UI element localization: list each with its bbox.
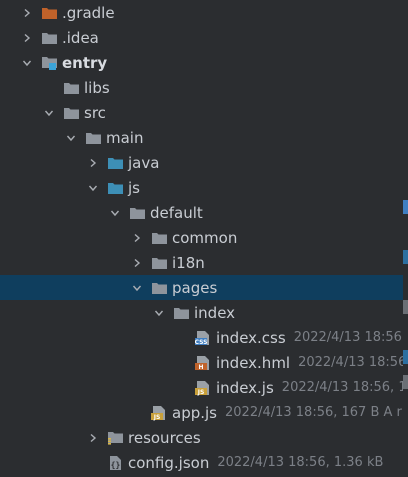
tree-row-resources[interactable]: resources [0, 425, 403, 450]
chevron-down-icon[interactable] [64, 131, 78, 145]
chevron-down-icon[interactable] [42, 106, 56, 120]
folder-icon [150, 280, 168, 296]
tree-row-app-js[interactable]: JS app.js 2022/4/13 18:56, 167 B A r [0, 400, 403, 425]
folder-icon [128, 205, 146, 221]
chevron-right-icon[interactable] [130, 231, 144, 245]
tree-item-label: i18n [172, 253, 205, 272]
editor-gutter-edge [403, 0, 408, 477]
gutter-marker [403, 375, 408, 389]
tree-item-label: .idea [62, 28, 99, 47]
folder-icon [40, 30, 58, 46]
folder-icon [172, 305, 190, 321]
chevron-down-icon[interactable] [152, 306, 166, 320]
tree-row-entry[interactable]: entry [0, 50, 403, 75]
tree-item-label: index.js [216, 378, 274, 397]
tree-item-label: index [194, 303, 236, 322]
chevron-right-icon[interactable] [20, 6, 34, 20]
svg-text:H: H [198, 364, 203, 371]
svg-text:CSS: CSS [195, 339, 207, 346]
tree-item-label: resources [128, 428, 201, 447]
tree-item-label: entry [62, 53, 108, 72]
tree-row-index-hml[interactable]: Hindex.hml 2022/4/13 18:56 [0, 350, 403, 375]
tree-item-label: index.css [216, 328, 286, 347]
tree-row-libs[interactable]: libs [0, 75, 403, 100]
file-meta: 2022/4/13 18:56 [298, 355, 403, 370]
project-tree: .gradle .idea entry libs src main java js defaul… [0, 0, 408, 477]
tree-item-label: default [150, 203, 203, 222]
chevron-right-icon[interactable] [130, 256, 144, 270]
folder-icon [84, 130, 102, 146]
tree-item-label: js [128, 178, 140, 197]
tree-item-label: pages [172, 278, 218, 297]
tree-row-config-json[interactable]: {} config.json 2022/4/13 18:56, 1.36 kB [0, 450, 403, 475]
file-meta: 2022/4/13 18:56 [293, 330, 402, 345]
svg-text:JS: JS [197, 389, 205, 396]
tree-item-label: index.hml [216, 353, 291, 372]
tree-row-index-css[interactable]: CSS index.css 2022/4/13 18:56 [0, 325, 403, 350]
tree-item-label: config.json [128, 453, 210, 472]
tree-row-main[interactable]: main [0, 125, 403, 150]
folder-icon [150, 255, 168, 271]
gutter-marker [403, 250, 408, 264]
folder-orange-icon [40, 5, 58, 21]
tree-row-default[interactable]: default [0, 200, 403, 225]
gutter-marker [403, 350, 408, 364]
chevron-right-icon[interactable] [86, 156, 100, 170]
tree-row-gradle[interactable]: .gradle [0, 0, 403, 25]
tree-item-label: app.js [172, 403, 217, 422]
chevron-down-icon[interactable] [20, 56, 34, 70]
folder-icon [150, 230, 168, 246]
svg-text:JS: JS [153, 414, 161, 421]
gutter-marker [403, 200, 408, 214]
chevron-right-icon[interactable] [20, 31, 34, 45]
tree-item-label: libs [84, 78, 110, 97]
tree-item-label: src [84, 103, 106, 122]
js-file-icon: JS [194, 380, 212, 396]
tree-row-js[interactable]: js [0, 175, 403, 200]
chevron-right-icon[interactable] [86, 431, 100, 445]
chevron-down-icon[interactable] [130, 281, 144, 295]
svg-text:{}: {} [111, 460, 121, 469]
tree-item-label: common [172, 228, 238, 247]
tree-item-label: .gradle [62, 3, 115, 22]
tree-row-java[interactable]: java [0, 150, 403, 175]
folder-icon [62, 105, 80, 121]
tree-row-pages[interactable]: pages [0, 275, 403, 300]
chevron-down-icon[interactable] [108, 206, 122, 220]
tree-row-idea[interactable]: .idea [0, 25, 403, 50]
source-folder-icon [106, 180, 124, 196]
hml-file-icon: H [194, 355, 212, 371]
tree-row-src[interactable]: src [0, 100, 403, 125]
file-meta: 2022/4/13 18:56, 1.36 kB [217, 455, 384, 470]
tree-item-label: java [128, 153, 160, 172]
gutter-marker [403, 300, 408, 314]
json-file-icon: {} [106, 455, 124, 471]
chevron-down-icon[interactable] [86, 181, 100, 195]
file-meta: 2022/4/13 18:56, 167 B A r [225, 405, 402, 420]
file-meta: 2022/4/13 18:56, 1 [281, 380, 403, 395]
tree-row-common[interactable]: common [0, 225, 403, 250]
resources-folder-icon [106, 430, 124, 446]
js-file-icon: JS [150, 405, 168, 421]
tree-row-index[interactable]: index [0, 300, 403, 325]
module-folder-icon [40, 55, 58, 71]
css-file-icon: CSS [194, 330, 212, 346]
source-folder-icon [106, 155, 124, 171]
tree-row-index-js[interactable]: JS index.js 2022/4/13 18:56, 1 [0, 375, 403, 400]
tree-row-i18n[interactable]: i18n [0, 250, 403, 275]
tree-item-label: main [106, 128, 144, 147]
folder-icon [62, 80, 80, 96]
